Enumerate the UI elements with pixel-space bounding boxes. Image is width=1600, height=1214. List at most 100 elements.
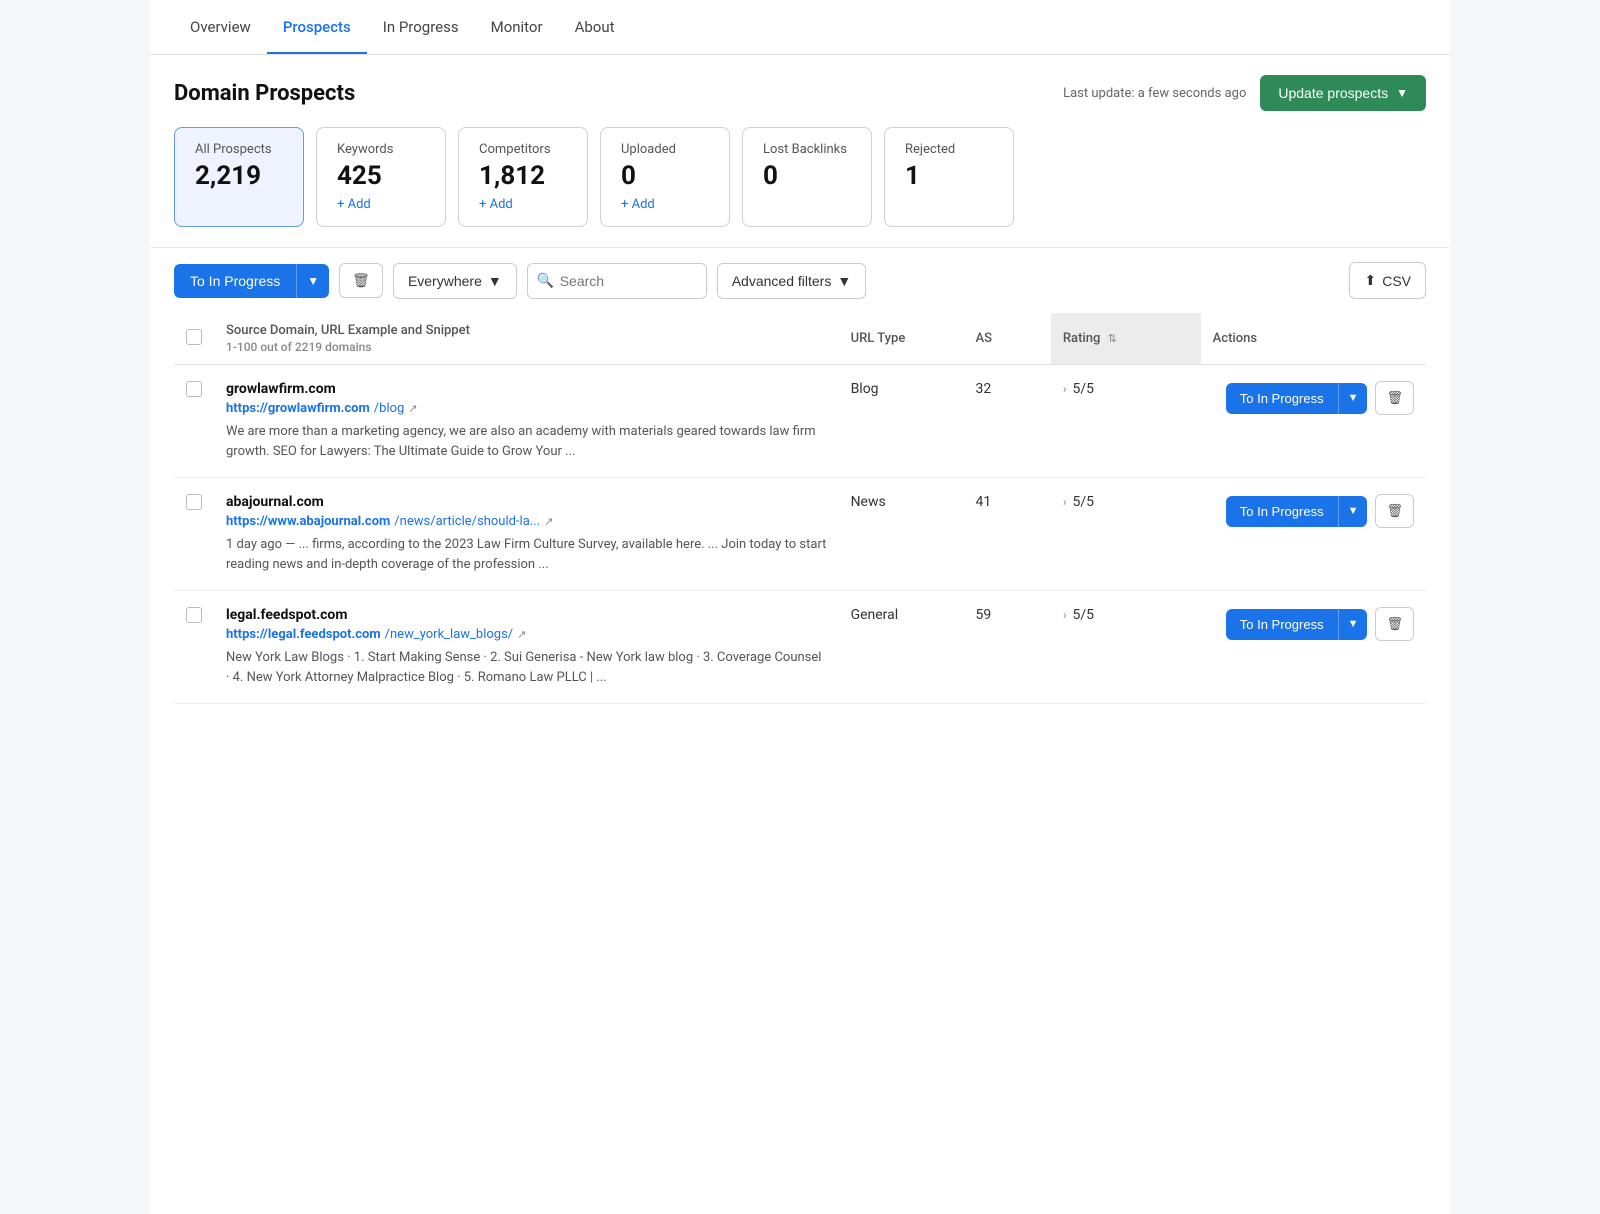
- update-prospects-button[interactable]: Update prospects ▼: [1260, 75, 1426, 111]
- stat-add-competitors[interactable]: + Add: [479, 197, 567, 212]
- stat-label-rejected: Rejected: [905, 142, 993, 157]
- external-link-icon-2[interactable]: ↗: [544, 515, 553, 528]
- stat-label-lost: Lost Backlinks: [763, 142, 851, 157]
- nav-overview[interactable]: Overview: [174, 0, 267, 54]
- domain-url-3: https://legal.feedspot.com/new_york_law_…: [226, 627, 827, 642]
- as-value-1: 32: [963, 365, 1050, 478]
- stat-value-lost: 0: [763, 161, 851, 191]
- action-delete-button-3[interactable]: 🗑: [1375, 607, 1414, 641]
- stat-add-uploaded[interactable]: + Add: [621, 197, 709, 212]
- stat-lost-backlinks[interactable]: Lost Backlinks 0: [742, 127, 872, 227]
- stat-label-competitors: Competitors: [479, 142, 567, 157]
- row-checkbox-1[interactable]: [186, 381, 202, 397]
- url-type-3: General: [839, 591, 964, 704]
- url-type-1: Blog: [839, 365, 964, 478]
- table-row: growlawfirm.com https://growlawfirm.com/…: [174, 365, 1426, 478]
- to-in-progress-dropdown-button[interactable]: ▼: [296, 264, 329, 298]
- nav-about[interactable]: About: [559, 0, 631, 54]
- adv-filter-chevron-icon: ▼: [837, 273, 851, 289]
- domain-name-3: legal.feedspot.com: [226, 607, 827, 623]
- rating-cell-2: › 5/5: [1051, 478, 1201, 591]
- table-row: legal.feedspot.com https://legal.feedspo…: [174, 591, 1426, 704]
- nav-in-progress[interactable]: In Progress: [367, 0, 475, 54]
- search-wrapper: 🔍: [527, 263, 707, 299]
- everywhere-dropdown[interactable]: Everywhere ▼: [393, 263, 517, 299]
- header-as: AS: [963, 313, 1050, 365]
- rating-chevron-icon-3[interactable]: ›: [1063, 608, 1067, 622]
- domain-url-2: https://www.abajournal.com/news/article/…: [226, 514, 827, 529]
- rating-score-3: 5/5: [1072, 607, 1094, 623]
- table-row: abajournal.com https://www.abajournal.co…: [174, 478, 1426, 591]
- search-icon: 🔍: [537, 273, 554, 289]
- row-checkbox-2[interactable]: [186, 494, 202, 510]
- stats-row: All Prospects 2,219 Keywords 425 + Add C…: [150, 127, 1450, 247]
- action-dropdown-button-3[interactable]: ▼: [1338, 609, 1368, 640]
- action-delete-button-2[interactable]: 🗑: [1375, 494, 1414, 528]
- as-value-3: 59: [963, 591, 1050, 704]
- stat-value-uploaded: 0: [621, 161, 709, 191]
- action-main-button-3[interactable]: To In Progress: [1226, 609, 1338, 640]
- nav-monitor[interactable]: Monitor: [475, 0, 559, 54]
- external-link-icon-3[interactable]: ↗: [517, 628, 526, 641]
- stat-label-all: All Prospects: [195, 142, 283, 157]
- url-bold-1: https://growlawfirm.com: [226, 401, 370, 416]
- snippet-3: New York Law Blogs · 1. Start Making Sen…: [226, 648, 827, 687]
- external-link-icon-1[interactable]: ↗: [408, 402, 417, 415]
- stat-add-keywords[interactable]: + Add: [337, 197, 425, 212]
- header-source: Source Domain, URL Example and Snippet 1…: [214, 313, 839, 365]
- update-btn-chevron-icon: ▼: [1396, 86, 1408, 100]
- header-url-type: URL Type: [839, 313, 964, 365]
- stat-value-all: 2,219: [195, 161, 283, 191]
- page-title: Domain Prospects: [174, 81, 355, 106]
- action-dropdown-button-1[interactable]: ▼: [1338, 383, 1368, 414]
- action-delete-button-1[interactable]: 🗑: [1375, 381, 1414, 415]
- as-value-2: 41: [963, 478, 1050, 591]
- delete-button[interactable]: 🗑: [339, 263, 383, 298]
- rating-score-1: 5/5: [1072, 381, 1094, 397]
- rating-chevron-icon-1[interactable]: ›: [1063, 382, 1067, 396]
- rating-sort-icon: ⇅: [1108, 332, 1117, 345]
- to-in-progress-split-button[interactable]: To In Progress ▼: [174, 264, 329, 298]
- to-in-progress-button[interactable]: To In Progress: [174, 264, 296, 298]
- url-bold-3: https://legal.feedspot.com: [226, 627, 381, 642]
- action-split-button-1[interactable]: To In Progress ▼: [1226, 383, 1368, 414]
- rating-cell-3: › 5/5: [1051, 591, 1201, 704]
- everywhere-chevron-icon: ▼: [488, 273, 502, 289]
- stat-rejected[interactable]: Rejected 1: [884, 127, 1014, 227]
- domain-name-2: abajournal.com: [226, 494, 827, 510]
- action-main-button-1[interactable]: To In Progress: [1226, 383, 1338, 414]
- action-main-button-2[interactable]: To In Progress: [1226, 496, 1338, 527]
- csv-export-button[interactable]: ⬆ CSV: [1349, 262, 1426, 299]
- stat-uploaded[interactable]: Uploaded 0 + Add: [600, 127, 730, 227]
- header-rating[interactable]: Rating ⇅: [1051, 313, 1201, 365]
- stat-label-keywords: Keywords: [337, 142, 425, 157]
- actions-cell-2: To In Progress ▼ 🗑: [1201, 478, 1426, 591]
- advanced-filters-button[interactable]: Advanced filters ▼: [717, 263, 866, 299]
- stat-value-competitors: 1,812: [479, 161, 567, 191]
- stat-competitors[interactable]: Competitors 1,812 + Add: [458, 127, 588, 227]
- header-checkbox[interactable]: [186, 329, 202, 345]
- row-checkbox-3[interactable]: [186, 607, 202, 623]
- stat-value-keywords: 425: [337, 161, 425, 191]
- url-bold-2: https://www.abajournal.com: [226, 514, 390, 529]
- table-header-row: Source Domain, URL Example and Snippet 1…: [174, 313, 1426, 365]
- nav-prospects[interactable]: Prospects: [267, 0, 367, 54]
- prospects-table-wrapper: Source Domain, URL Example and Snippet 1…: [150, 313, 1450, 704]
- stat-keywords[interactable]: Keywords 425 + Add: [316, 127, 446, 227]
- domain-url-1: https://growlawfirm.com/blog ↗: [226, 401, 827, 416]
- row-check-2: [174, 478, 214, 591]
- last-update-text: Last update: a few seconds ago: [1063, 86, 1246, 101]
- navigation: Overview Prospects In Progress Monitor A…: [150, 0, 1450, 55]
- rating-chevron-icon-2[interactable]: ›: [1063, 495, 1067, 509]
- header-checkbox-col: [174, 313, 214, 365]
- action-dropdown-button-2[interactable]: ▼: [1338, 496, 1368, 527]
- source-cell-2: abajournal.com https://www.abajournal.co…: [214, 478, 839, 591]
- snippet-2: 1 day ago — ... firms, according to the …: [226, 535, 827, 574]
- domain-name-1: growlawfirm.com: [226, 381, 827, 397]
- row-check-3: [174, 591, 214, 704]
- action-split-button-2[interactable]: To In Progress ▼: [1226, 496, 1368, 527]
- stat-all-prospects[interactable]: All Prospects 2,219: [174, 127, 304, 227]
- action-split-button-3[interactable]: To In Progress ▼: [1226, 609, 1368, 640]
- upload-icon: ⬆: [1364, 272, 1376, 289]
- snippet-1: We are more than a marketing agency, we …: [226, 422, 827, 461]
